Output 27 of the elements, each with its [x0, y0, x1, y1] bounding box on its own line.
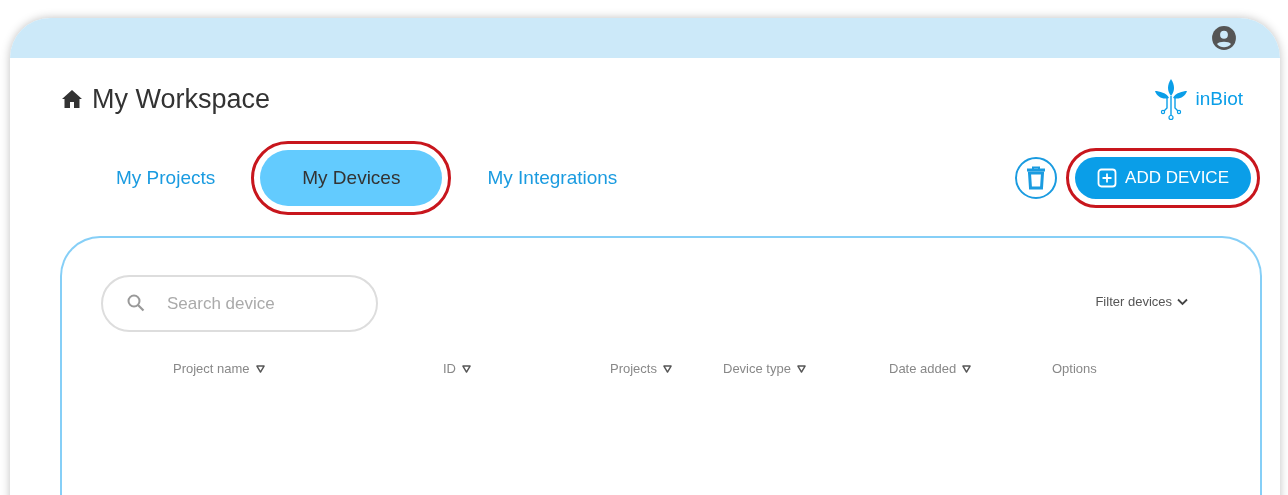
tab[interactable]: My Projects: [89, 150, 243, 206]
sort-icon[interactable]: [255, 364, 265, 373]
column-header: Project name: [173, 361, 250, 376]
search-field[interactable]: Search device: [101, 275, 378, 332]
add-device-button[interactable]: ADD DEVICE: [1075, 157, 1251, 199]
tab[interactable]: My Devices: [260, 150, 443, 206]
sort-icon[interactable]: [462, 364, 471, 373]
trash-icon: [1025, 166, 1048, 190]
sort-icon[interactable]: [662, 364, 672, 373]
brand-name: inBiot: [1195, 88, 1243, 110]
page-title: My Workspace: [92, 83, 271, 115]
chevron-down-icon: [1177, 297, 1188, 306]
column-header: Date added: [889, 361, 957, 376]
user-avatar-icon[interactable]: [1211, 25, 1237, 51]
plus-box-icon: [1097, 168, 1118, 188]
sort-icon[interactable]: [962, 364, 972, 373]
search-icon: [126, 293, 146, 313]
column-header: Device type: [723, 361, 791, 376]
column-header: Options: [1052, 361, 1097, 376]
sort-icon[interactable]: [796, 364, 806, 373]
column-header: ID: [443, 361, 456, 376]
home-icon: [60, 87, 84, 111]
filter-dropdown[interactable]: Filter devices: [1095, 294, 1188, 309]
delete-button[interactable]: [1015, 157, 1058, 199]
column-header: Projects: [610, 361, 657, 376]
tab[interactable]: My Integrations: [460, 150, 645, 206]
leaf-logo-icon: [1153, 77, 1190, 121]
